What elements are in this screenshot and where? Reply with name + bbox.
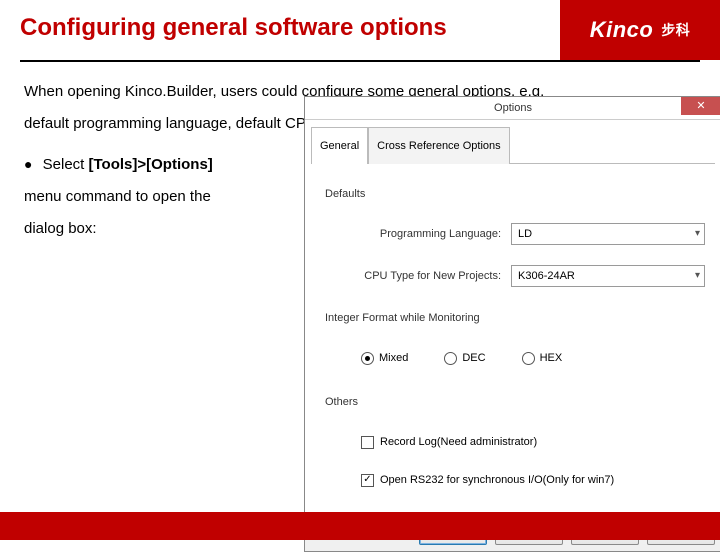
row-programming-language: Programming Language: LD ▾: [321, 218, 705, 250]
brand-logo-cn: 步科: [661, 20, 690, 40]
radio-dot-icon: [361, 352, 374, 365]
checkbox-record-log-label: Record Log(Need administrator): [380, 426, 537, 458]
group-integer-format: Integer Format while Monitoring: [325, 302, 705, 334]
select-programming-language[interactable]: LD ▾: [511, 223, 705, 245]
bullet-icon: ●: [24, 156, 32, 172]
close-icon: ✕: [696, 90, 705, 122]
radio-hex[interactable]: HEX: [522, 342, 563, 374]
tab-strip: General Cross Reference Options: [305, 120, 720, 163]
radio-dot-icon: [444, 352, 457, 365]
group-defaults: Defaults: [325, 178, 705, 210]
brand-logo-text: Kinco: [590, 17, 654, 43]
label-cpu-type: CPU Type for New Projects:: [321, 260, 511, 292]
radio-hex-label: HEX: [540, 342, 563, 374]
step-menu-path: [Tools]>[Options]: [89, 156, 213, 173]
radio-dot-icon: [522, 352, 535, 365]
content-area: ● Select [Tools]>[Options] menu command …: [24, 148, 696, 245]
footer-bar: [0, 512, 720, 540]
tab-general[interactable]: General: [311, 127, 368, 164]
tab-cross-reference[interactable]: Cross Reference Options: [368, 127, 510, 164]
title-divider: [20, 60, 700, 62]
title-row: Configuring general software options Kin…: [0, 0, 720, 60]
close-button[interactable]: ✕: [681, 97, 720, 115]
checkbox-icon: ✓: [361, 474, 374, 487]
brand-logo: Kinco 步科: [560, 0, 720, 60]
row-cpu-type: CPU Type for New Projects: K306-24AR ▾: [321, 260, 705, 292]
select-programming-language-value: LD: [518, 218, 532, 250]
group-others: Others: [325, 386, 705, 418]
slide: Configuring general software options Kin…: [0, 0, 720, 540]
dialog-panel: Defaults Programming Language: LD ▾ CPU …: [311, 163, 715, 508]
select-cpu-type-value: K306-24AR: [518, 260, 575, 292]
select-cpu-type[interactable]: K306-24AR ▾: [511, 265, 705, 287]
checkbox-record-log[interactable]: Record Log(Need administrator): [361, 426, 705, 458]
radio-mixed[interactable]: Mixed: [361, 342, 408, 374]
radio-mixed-label: Mixed: [379, 342, 408, 374]
radio-dec-label: DEC: [462, 342, 485, 374]
checkbox-open-rs232-label: Open RS232 for synchronous I/O(Only for …: [380, 464, 614, 496]
slide-body: When opening Kinco.Builder, users could …: [0, 70, 720, 245]
chevron-down-icon: ▾: [695, 218, 700, 250]
checkbox-open-rs232[interactable]: ✓ Open RS232 for synchronous I/O(Only fo…: [361, 464, 705, 496]
options-dialog: Options ✕ General Cross Reference Option…: [304, 96, 720, 552]
radio-dec[interactable]: DEC: [444, 342, 485, 374]
checkbox-icon: [361, 436, 374, 449]
chevron-down-icon: ▾: [695, 260, 700, 292]
radio-group-integer-format: Mixed DEC HEX: [361, 342, 705, 374]
slide-title: Configuring general software options: [0, 0, 560, 60]
dialog-title: Options: [305, 92, 720, 124]
step-prefix: Select: [43, 156, 89, 173]
dialog-titlebar: Options ✕: [305, 97, 720, 120]
label-programming-language: Programming Language:: [321, 218, 511, 250]
